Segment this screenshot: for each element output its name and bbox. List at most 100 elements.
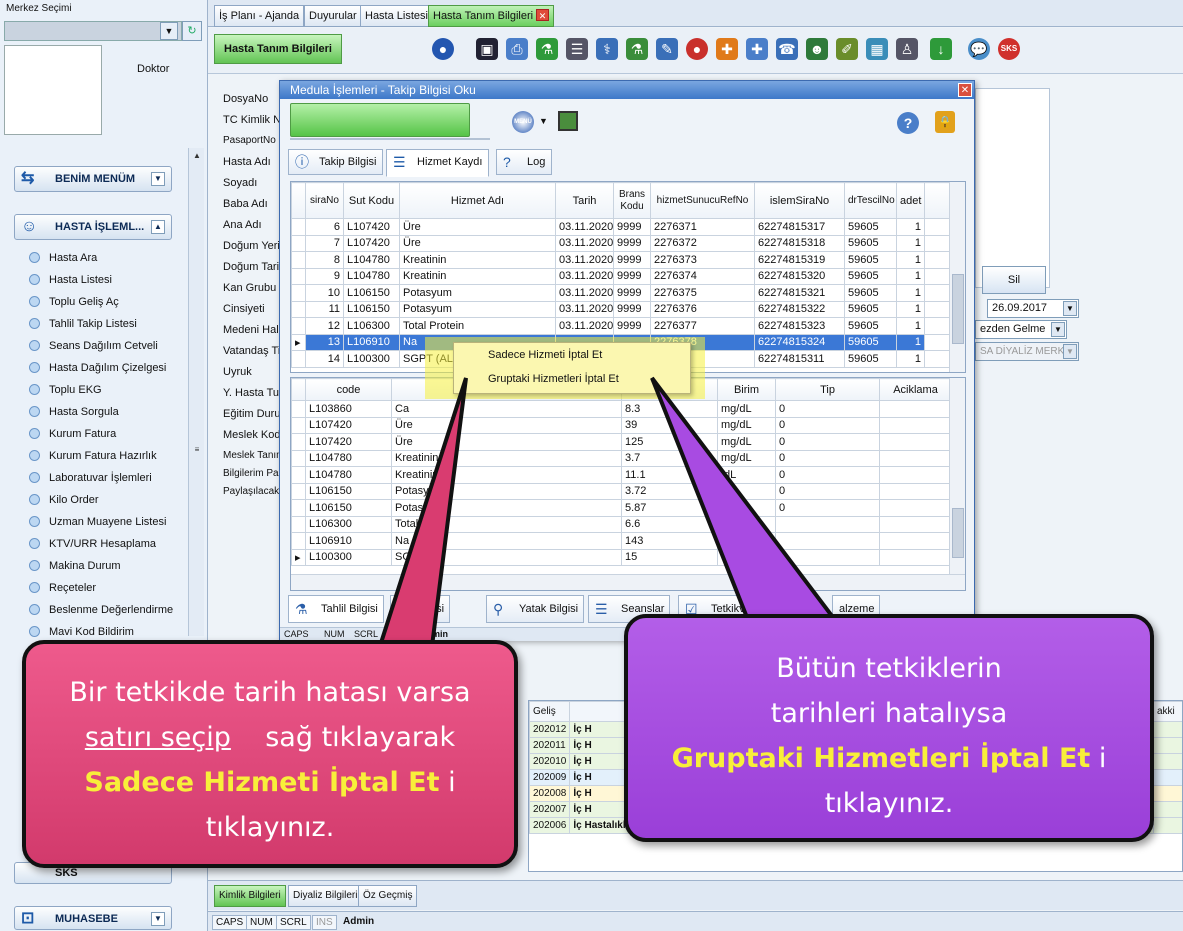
stethoscope-icon[interactable]: ⚕ (596, 38, 618, 60)
menu-item[interactable]: Makina Durum (26, 558, 196, 580)
list-icon[interactable]: ☰ (566, 38, 588, 60)
chevron-down-icon[interactable]: ▼ (539, 116, 548, 126)
tab-diyaliz[interactable]: Diyaliz Bilgileri (288, 885, 363, 907)
dialog-green-button[interactable] (290, 103, 470, 137)
menu-item[interactable]: Hasta Listesi (26, 272, 196, 294)
table-row[interactable]: L106150 Potasyu 3.72 0 (291, 482, 952, 500)
column-header[interactable]: siraNo (305, 182, 344, 219)
tab-oz-gecmis[interactable]: Öz Geçmiş (358, 885, 418, 907)
tab-hasta-listesi[interactable]: Hasta Listesi (360, 5, 433, 27)
tab-yatak-bilgisi[interactable]: ⚲ Yatak Bilgisi (486, 595, 585, 623)
muhasebe-header[interactable]: ⊡ MUHASEBE ▼ (14, 906, 172, 930)
column-header[interactable]: Aciklama (879, 378, 952, 401)
date-field[interactable]: 26.09.2017 ▼ (987, 299, 1079, 318)
patient-icon[interactable]: ♙ (896, 38, 918, 60)
tab-hasta-tanim[interactable]: Hasta Tanım Bilgileri ✕ (428, 5, 555, 27)
sil-button[interactable]: Sil (982, 266, 1046, 294)
table-row[interactable]: 10 L106150 Potasyum 03.11.2020 9999 2276375 62… (291, 284, 952, 302)
menu-item[interactable]: Hasta Sorgula (26, 404, 196, 426)
tab-hizmet-kaydi[interactable]: ☰ Hizmet Kaydı (386, 149, 490, 177)
column-header[interactable]: drTescilNo (844, 182, 897, 219)
calendar-icon[interactable]: ▦ (866, 38, 888, 60)
menu-item[interactable]: Kurum Fatura (26, 426, 196, 448)
chevron-down-icon[interactable]: ▼ (1051, 322, 1065, 337)
scroll-thumb[interactable] (952, 274, 964, 344)
menu-sadece-iptal[interactable]: Sadece Hizmeti İptal Et (488, 349, 602, 361)
report-icon[interactable]: ✎ (656, 38, 678, 60)
column-header[interactable]: hizmetSunucuRefNo (650, 182, 755, 219)
table-row[interactable]: 7 L107420 Üre 03.11.2020 9999 2276372 62274815… (291, 234, 952, 252)
sks-icon[interactable]: SKS (998, 38, 1020, 60)
chevron-down-icon[interactable]: ▼ (1063, 344, 1077, 359)
table-row[interactable]: L106300 Total 6.6 g/d (291, 515, 952, 533)
chevron-down-icon[interactable]: ▼ (151, 912, 165, 926)
scroll-grip-icon[interactable]: ≡ (191, 444, 203, 456)
close-icon[interactable]: ✕ (536, 9, 550, 21)
phone-icon[interactable]: ☎ (776, 38, 798, 60)
gelis-field[interactable]: ezden Gelme ▼ (975, 320, 1067, 339)
save-icon[interactable]: ▣ (476, 38, 498, 60)
table-row[interactable]: L104780 Kreatinin 3.7 mg/dL 0 (291, 449, 952, 467)
column-header[interactable]: Hizmet Adı (399, 182, 556, 219)
bandage-icon[interactable]: ✚ (716, 38, 738, 60)
menu-icon[interactable]: ● (432, 38, 454, 60)
tab-kimlik[interactable]: Kimlik Bilgileri (214, 885, 286, 907)
print-icon[interactable]: ⎙ (506, 38, 528, 60)
column-header[interactable]: islemSiraNo (754, 182, 845, 219)
help-icon[interactable]: ? (897, 112, 919, 134)
table-row[interactable]: L106150 Potasy 5.87 m 0 (291, 499, 952, 517)
scroll-up-icon[interactable]: ▲ (191, 150, 203, 162)
table-row[interactable]: L107420 Üre 39 mg/dL 0 (291, 416, 952, 434)
menu-item[interactable]: Kilo Order (26, 492, 196, 514)
column-header[interactable]: Brans Kodu (613, 182, 651, 219)
menu-icon[interactable]: MENÜ (512, 111, 534, 133)
column-header[interactable]: code (305, 378, 392, 401)
column-header[interactable]: Tarih (555, 182, 614, 219)
chevron-down-icon[interactable]: ▼ (151, 172, 165, 186)
table-row[interactable]: 12 L106300 Total Protein 03.11.2020 9999 2276… (291, 317, 952, 335)
lock-icon[interactable]: 🔒 (935, 111, 955, 133)
grid-scrollbar[interactable] (949, 378, 965, 576)
menu-item[interactable]: KTV/URR Hesaplama (26, 536, 196, 558)
flask-icon[interactable]: ⚗ (536, 38, 558, 60)
left-scrollbar[interactable]: ▲ ≡ (188, 148, 204, 636)
close-icon[interactable]: ✕ (958, 83, 972, 97)
chevron-up-icon[interactable]: ▲ (151, 220, 165, 234)
tab-tani-bilgisi[interactable]: anı Bilgisi (390, 595, 451, 623)
table-row[interactable]: 8 L104780 Kreatinin 03.11.2020 9999 2276373 62… (291, 251, 952, 269)
download-icon[interactable]: ↓ (930, 38, 952, 60)
chat-icon[interactable]: 💬 (968, 38, 990, 60)
table-row[interactable]: L106910 Na 143 mEq/ (291, 532, 952, 550)
column-header[interactable]: adet (896, 182, 925, 219)
column-header[interactable]: Sut Kodu (343, 182, 400, 219)
hasta-islemleri-header[interactable]: ☺ HASTA İŞLEML... ▲ (14, 214, 172, 240)
tahlil-grid[interactable]: code Birim Tip Aciklama L103860 Ca 8.3 mg/d… (290, 377, 966, 591)
column-header[interactable]: Tip (775, 378, 880, 401)
tab-log[interactable]: ? Log (496, 149, 553, 175)
exit-icon[interactable] (558, 111, 578, 131)
diyaliz-field[interactable]: SA DİYALİZ MERK ▼ (975, 342, 1079, 361)
chevron-down-icon[interactable]: ▼ (1063, 301, 1077, 316)
tab-tahlil-bilgisi[interactable]: ⚗ Tahlil Bilgisi (288, 595, 384, 623)
record-icon[interactable]: ● (686, 38, 708, 60)
menu-item[interactable]: Uzman Muayene Listesi (26, 514, 196, 536)
menu-item[interactable]: Seans Dağılım Cetveli (26, 338, 196, 360)
benim-menum-header[interactable]: ⇆ BENİM MENÜM ▼ (14, 166, 172, 192)
chevron-down-icon[interactable]: ▼ (160, 22, 178, 40)
notes-box[interactable] (975, 88, 1050, 288)
menu-item[interactable]: Beslenme Değerlendirme (26, 602, 196, 624)
menu-item[interactable]: Laboratuvar İşlemleri (26, 470, 196, 492)
table-row[interactable]: 11 L106150 Potasyum 03.11.2020 9999 2276376 62… (291, 300, 952, 318)
merkez-combo[interactable] (4, 21, 182, 41)
hasta-tanim-button[interactable]: Hasta Tanım Bilgileri (214, 34, 342, 64)
scroll-thumb[interactable] (952, 508, 964, 558)
table-row[interactable]: L103860 Ca 8.3 mg/dL 0 (291, 400, 952, 418)
medical-kit-icon[interactable]: ✚ (746, 38, 768, 60)
grid-hscrollbar[interactable] (291, 574, 965, 590)
table-row[interactable]: L104780 Kreatinin 11.1/dL 0 (291, 466, 952, 484)
menu-item[interactable]: Tahlil Takip Listesi (26, 316, 196, 338)
lab-icon[interactable]: ⚗ (626, 38, 648, 60)
menu-item[interactable]: Reçeteler (26, 580, 196, 602)
column-header[interactable]: Birim (717, 378, 776, 401)
syringe-icon[interactable]: ✐ (836, 38, 858, 60)
